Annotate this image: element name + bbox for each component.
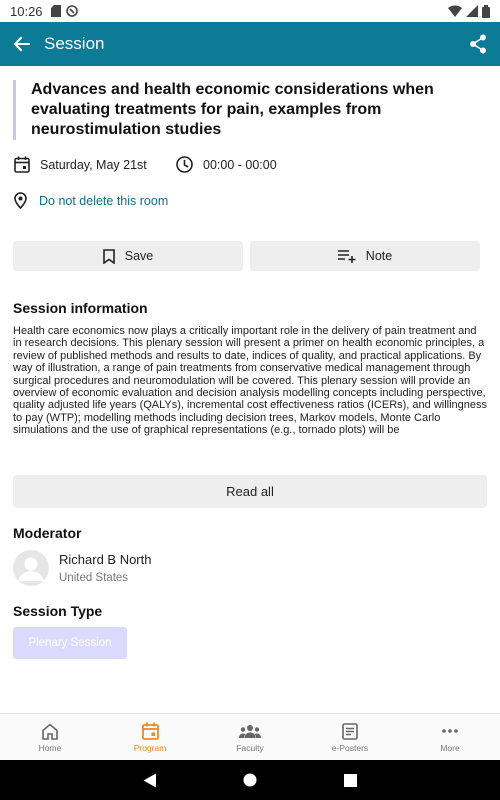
home-circle-icon[interactable] bbox=[243, 773, 257, 787]
location-pin-icon bbox=[14, 192, 27, 209]
clock-icon bbox=[176, 156, 193, 173]
session-room-link[interactable]: Do not delete this room bbox=[39, 194, 168, 208]
note-label: Note bbox=[365, 249, 393, 263]
arrow-back-icon bbox=[13, 36, 30, 52]
system-navigation-bar bbox=[0, 760, 500, 800]
save-label: Save bbox=[124, 249, 154, 263]
group-icon bbox=[239, 725, 261, 738]
avatar bbox=[13, 550, 49, 586]
bookmark-icon bbox=[102, 248, 115, 264]
moderator-country: United States bbox=[59, 572, 129, 584]
home-icon bbox=[42, 722, 58, 740]
wifi-icon bbox=[448, 5, 462, 17]
nav-home[interactable]: Home bbox=[0, 714, 100, 760]
moderator-card[interactable]: Richard B North United States bbox=[13, 550, 151, 586]
note-add-icon bbox=[337, 250, 356, 263]
session-date: Saturday, May 21st bbox=[40, 157, 147, 172]
bottom-navigation: Home Program Faculty e-Posters More bbox=[0, 713, 500, 760]
moderator-name: Richard B North bbox=[59, 552, 152, 567]
calendar-icon bbox=[14, 156, 30, 173]
nav-program[interactable]: Program bbox=[100, 714, 200, 760]
session-date-row: Saturday, May 21st bbox=[14, 156, 147, 173]
share-icon bbox=[470, 34, 486, 54]
poster-icon bbox=[342, 722, 358, 740]
status-system-icons bbox=[448, 4, 490, 18]
back-button[interactable] bbox=[2, 22, 42, 66]
note-button[interactable]: Note bbox=[250, 241, 480, 271]
status-time: 10:26 bbox=[10, 3, 43, 19]
signal-icon bbox=[466, 5, 478, 17]
session-type-chip[interactable]: Plenary Session bbox=[13, 627, 127, 659]
calendar-icon bbox=[141, 722, 159, 740]
status-bar: 10:26 bbox=[0, 0, 500, 22]
nav-eposters[interactable]: e-Posters bbox=[300, 714, 400, 760]
app-bar-title: Session bbox=[44, 34, 105, 53]
nav-more[interactable]: More bbox=[400, 714, 500, 760]
battery-icon bbox=[482, 4, 490, 18]
status-notification-icons bbox=[50, 5, 78, 17]
sync-icon bbox=[65, 5, 78, 17]
share-button[interactable] bbox=[456, 22, 500, 66]
nav-eposters-label: e-Posters bbox=[331, 743, 369, 753]
nav-faculty-label: Faculty bbox=[236, 743, 264, 753]
moderator-text: Richard B North United States bbox=[59, 552, 151, 584]
session-title: Advances and health economic considerati… bbox=[13, 80, 483, 140]
session-time-row: 00:00 - 00:00 bbox=[176, 156, 277, 173]
session-detail-content[interactable]: Advances and health economic considerati… bbox=[0, 66, 500, 713]
session-info-heading: Session information bbox=[13, 300, 148, 316]
session-description: Health care economics now plays a critic… bbox=[13, 325, 487, 437]
moderator-heading: Moderator bbox=[13, 525, 82, 541]
nav-program-label: Program bbox=[133, 743, 167, 753]
read-all-button[interactable]: Read all bbox=[13, 475, 487, 508]
session-room-row[interactable]: Do not delete this room bbox=[14, 192, 168, 209]
nav-home-label: Home bbox=[38, 743, 62, 753]
app-bar: Session bbox=[0, 22, 500, 66]
nav-faculty[interactable]: Faculty bbox=[200, 714, 300, 760]
sd-card-icon bbox=[50, 5, 61, 17]
session-time: 00:00 - 00:00 bbox=[203, 157, 277, 172]
person-placeholder-icon bbox=[18, 557, 44, 581]
session-type-heading: Session Type bbox=[13, 603, 103, 619]
recents-square-icon[interactable] bbox=[343, 773, 357, 787]
back-triangle-icon[interactable] bbox=[143, 773, 157, 788]
save-button[interactable]: Save bbox=[13, 241, 243, 271]
nav-more-label: More bbox=[440, 743, 460, 753]
more-icon bbox=[442, 729, 458, 733]
